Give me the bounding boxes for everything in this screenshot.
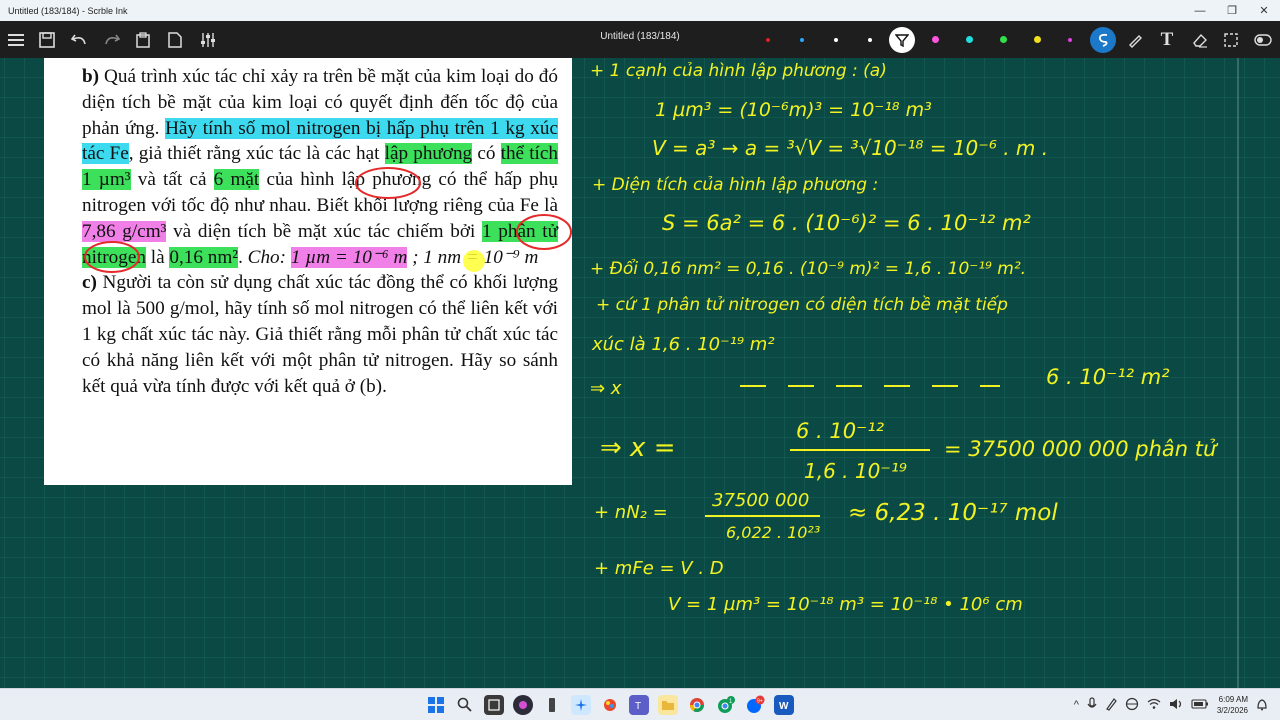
pen-color-white-2[interactable] <box>868 38 872 42</box>
hw-line-5: S = 6a² = 6 . (10⁻⁶)² = 6 . 10⁻¹² m² <box>662 211 1031 235</box>
teams-icon[interactable]: T <box>629 695 649 715</box>
snipping-icon[interactable] <box>571 695 591 715</box>
hw-line-12: + mFe = V . D <box>594 558 724 579</box>
tray-badge-2: 9+ <box>757 699 763 705</box>
chrome-notif-icon[interactable]: 1 <box>716 695 736 715</box>
hw-line-4: + Diện tích của hình lập phương : <box>592 175 878 195</box>
microphone-icon[interactable] <box>1087 696 1097 714</box>
close-button[interactable]: ✕ <box>1248 0 1280 21</box>
clock[interactable]: 6:09 AM 3/2/2026 <box>1217 694 1248 716</box>
menu-icon[interactable] <box>3 27 29 53</box>
ink-canvas[interactable]: b) Quá trình xúc tác chỉ xảy ra trên bề … <box>0 58 1280 688</box>
word-icon[interactable]: W <box>774 695 794 715</box>
eraser-icon[interactable] <box>1187 27 1213 53</box>
hw-line-10-num: 6 . 10⁻¹² <box>796 419 885 443</box>
toggle-icon[interactable] <box>1250 27 1276 53</box>
system-tray: ^ 6:09 AM 3/2/2026 <box>1074 689 1268 720</box>
file-explorer-icon[interactable] <box>484 695 504 715</box>
hw-line-10-lhs: ⇒ x = <box>600 433 676 463</box>
handwritten-solution: + 1 cạnh của hình lập phương : (a) 1 µm³… <box>84 61 1219 615</box>
windows-start-icon[interactable] <box>426 695 446 715</box>
redo-icon[interactable] <box>99 27 125 53</box>
hw-line-11-lhs: + nN₂ = <box>594 502 668 523</box>
clipboard-icon[interactable] <box>130 27 156 53</box>
clock-time: 6:09 AM <box>1218 695 1248 704</box>
hw-line-3: V = a³ → a = ³√V = ³√10⁻¹⁸ = 10⁻⁶ . m . <box>652 136 1048 160</box>
hw-line-10-den: 1,6 . 10⁻¹⁹ <box>804 459 907 483</box>
hw-line-1: + 1 cạnh của hình lập phương : (a) <box>590 61 887 81</box>
clock-date: 3/2/2026 <box>1216 706 1248 715</box>
hw-line-9b: 6 . 10⁻¹² m² <box>1046 365 1170 389</box>
windows-taskbar: T 1 9+ W ^ 6:09 AM 3/2/2026 <box>0 688 1280 720</box>
svg-text:W: W <box>779 701 789 711</box>
hw-line-7: + cứ 1 phân tử nitrogen có diện tích bề … <box>596 294 1008 315</box>
zalo-icon[interactable]: 9+ <box>745 695 765 715</box>
phone-icon[interactable] <box>542 695 562 715</box>
undo-icon[interactable] <box>66 27 92 53</box>
pen-tray-icon[interactable] <box>1105 697 1117 714</box>
lasso-icon[interactable] <box>1090 27 1116 53</box>
hw-line-10-rhs: = 37500 000 000 phân tử <box>944 437 1219 461</box>
hw-line-9a: ⇒ x <box>590 378 622 399</box>
pen-color-cyan[interactable] <box>966 36 973 43</box>
pen-color-blue[interactable] <box>800 38 804 42</box>
cursor-highlight <box>463 250 485 272</box>
hw-line-2: 1 µm³ = (10⁻⁶m)³ = 10⁻¹⁸ m³ <box>655 99 932 121</box>
wifi-icon[interactable] <box>1147 698 1161 713</box>
volume-icon[interactable] <box>1169 698 1183 713</box>
text-tool-icon[interactable]: T <box>1154 27 1180 53</box>
selection-icon[interactable] <box>1218 27 1244 53</box>
pen-color-red[interactable] <box>766 38 770 42</box>
red-circle-volume <box>355 167 421 199</box>
hw-line-11-den: 6,022 . 10²³ <box>726 523 820 542</box>
hw-line-11-rhs: ≈ 6,23 . 10⁻¹⁷ mol <box>848 500 1058 526</box>
hw-line-6: + Đổi 0,16 nm² = 0,16 . (10⁻⁹ m)² = 1,6 … <box>590 258 1026 279</box>
hw-line-11-num: 37500 000 <box>712 490 809 511</box>
hw-line-8: xúc là 1,6 . 10⁻¹⁹ m² <box>591 334 775 355</box>
chrome-icon[interactable] <box>687 695 707 715</box>
pen-color-magenta[interactable] <box>1068 38 1072 42</box>
app-toolbar: Untitled (183/184) T <box>0 21 1280 58</box>
pen-funnel-icon[interactable] <box>889 27 915 53</box>
sliders-icon[interactable] <box>195 27 221 53</box>
window-title: Untitled (183/184) - Scrble Ink <box>8 5 128 16</box>
pen-color-white[interactable] <box>834 38 838 42</box>
red-circle-unit <box>84 241 140 273</box>
battery-icon[interactable] <box>1191 698 1209 712</box>
red-circle-density <box>516 214 572 250</box>
hw-line-13: V = 1 µm³ = 10⁻¹⁸ m³ = 10⁻¹⁸ • 10⁶ cm <box>668 594 1023 615</box>
language-icon[interactable] <box>1125 697 1139 714</box>
pen-color-pink[interactable] <box>932 36 939 43</box>
pen-color-green[interactable] <box>1000 36 1007 43</box>
paint-icon[interactable] <box>600 695 620 715</box>
pen-color-yellow[interactable] <box>1034 36 1041 43</box>
search-icon[interactable] <box>455 695 475 715</box>
obs-icon[interactable] <box>513 695 533 715</box>
tray-chevron-icon[interactable]: ^ <box>1074 699 1079 711</box>
svg-text:T: T <box>635 701 641 711</box>
page-icon[interactable] <box>162 27 188 53</box>
save-icon[interactable] <box>34 27 60 53</box>
folder-icon[interactable] <box>658 695 678 715</box>
restore-button[interactable]: ❐ <box>1216 0 1248 21</box>
minimize-button[interactable]: — <box>1184 0 1216 21</box>
highlighter-icon[interactable] <box>1122 27 1148 53</box>
document-title: Untitled (183/184) <box>600 31 680 42</box>
notification-bell-icon[interactable] <box>1256 697 1268 714</box>
window-title-bar: Untitled (183/184) - Scrble Ink — ❐ ✕ <box>0 0 1280 21</box>
